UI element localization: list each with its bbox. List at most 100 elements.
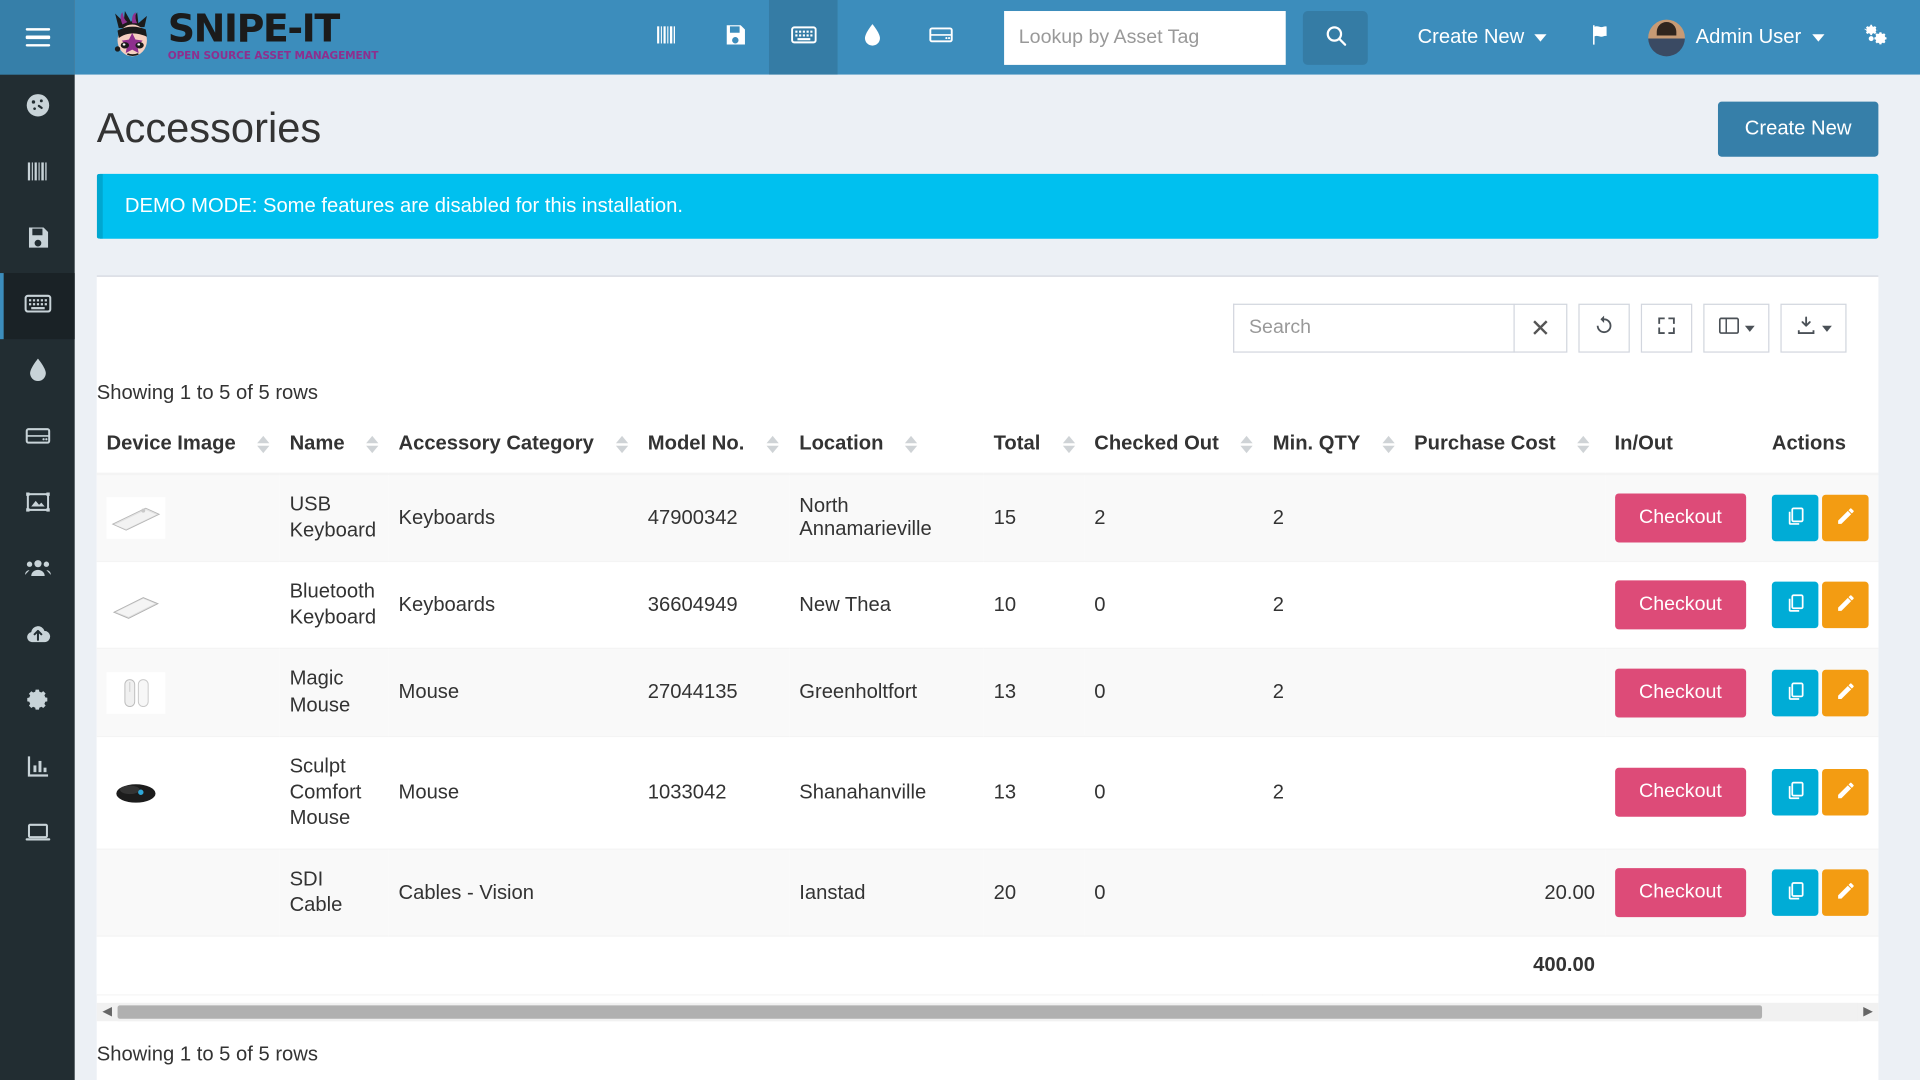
cell-model-no[interactable]: 1033042 (638, 736, 789, 849)
user-account-dropdown[interactable]: Admin User (1631, 19, 1842, 56)
col-location[interactable]: Location (789, 420, 983, 474)
sort-arrows-icon (367, 435, 379, 452)
cell-actions (1762, 474, 1878, 562)
col-total[interactable]: Total (984, 420, 1085, 474)
horizontal-scrollbar[interactable]: ◀ ▶ (97, 1003, 1879, 1021)
edit-button[interactable] (1822, 495, 1869, 542)
col-model-no[interactable]: Model No. (638, 420, 789, 474)
create-new-button[interactable]: Create New (1718, 102, 1879, 157)
table-header-row: Device Image Name (97, 420, 1879, 474)
sidebar-item-licenses[interactable] (0, 207, 75, 273)
cell-category[interactable]: Mouse (389, 736, 638, 849)
asset-tag-search-button[interactable] (1303, 10, 1368, 64)
scroll-left-arrow[interactable]: ◀ (97, 1003, 118, 1021)
cell-location[interactable]: Greenholtfort (789, 649, 983, 736)
clone-button[interactable] (1772, 870, 1819, 917)
checkout-button[interactable]: Checkout (1615, 581, 1747, 630)
cell-model-no[interactable]: 47900342 (638, 474, 789, 562)
edit-button[interactable] (1822, 669, 1869, 716)
scrollbar-thumb[interactable] (118, 1006, 1762, 1019)
edit-button[interactable] (1822, 870, 1869, 917)
sidebar-item-consumables[interactable] (0, 339, 75, 405)
sidebar-item-requestable[interactable] (0, 802, 75, 868)
cell-name[interactable]: Sculpt Comfort Mouse (280, 736, 389, 849)
app-logo[interactable]: SNIPE-IT OPEN SOURCE ASSET MANAGEMENT (75, 0, 393, 75)
table-search-input[interactable] (1233, 304, 1515, 353)
sidebar-item-reports[interactable] (0, 736, 75, 802)
cell-location[interactable]: North Annamarieville (789, 474, 983, 562)
col-label: In/Out (1615, 432, 1673, 454)
keyboard-icon (28, 290, 51, 323)
cell-category[interactable]: Keyboards (389, 562, 638, 649)
sidebar-item-settings[interactable] (0, 670, 75, 736)
checkout-button[interactable]: Checkout (1615, 768, 1747, 817)
pencil-icon (1835, 881, 1856, 905)
cell-category[interactable]: Mouse (389, 649, 638, 736)
sidebar-item-components[interactable] (0, 405, 75, 471)
edit-button[interactable] (1822, 769, 1869, 816)
header-nav-consumables[interactable] (838, 0, 907, 75)
scrollbar-track[interactable] (118, 1003, 1858, 1021)
checkout-button[interactable]: Checkout (1615, 868, 1747, 917)
sidebar-item-assets[interactable] (0, 141, 75, 207)
table-row: Sculpt Comfort Mouse Mouse 1033042 Shana… (97, 736, 1879, 849)
cell-category[interactable]: Cables - Vision (389, 849, 638, 936)
sidebar-toggle-button[interactable] (0, 0, 75, 75)
cell-model-no[interactable]: 27044135 (638, 649, 789, 736)
user-name-label: Admin User (1696, 26, 1802, 49)
checkout-button[interactable]: Checkout (1615, 494, 1747, 543)
col-purchase-cost[interactable]: Purchase Cost (1404, 420, 1604, 474)
cell-model-no[interactable] (638, 849, 789, 936)
sidebar-item-accessories[interactable] (0, 273, 75, 339)
admin-settings-button[interactable] (1842, 21, 1903, 54)
col-accessory-category[interactable]: Accessory Category (389, 420, 638, 474)
cell-total: 13 (984, 649, 1085, 736)
column-chooser-button[interactable] (1703, 304, 1769, 353)
header-nav (632, 0, 975, 75)
mouse-photo (107, 672, 166, 714)
scroll-right-arrow[interactable]: ▶ (1858, 1003, 1879, 1021)
edit-button[interactable] (1822, 582, 1869, 629)
cell-actions (1762, 736, 1878, 849)
header-nav-accessories[interactable] (769, 0, 838, 75)
clone-button[interactable] (1772, 495, 1819, 542)
search-icon (1323, 23, 1347, 51)
export-button[interactable] (1780, 304, 1846, 353)
header-nav-assets[interactable] (632, 0, 701, 75)
sort-arrows-icon (616, 435, 628, 452)
cell-checked-out: 2 (1084, 474, 1263, 562)
cell-name[interactable]: SDI Cable (280, 849, 389, 936)
cell-location[interactable]: New Thea (789, 562, 983, 649)
create-new-dropdown[interactable]: Create New (1396, 26, 1569, 49)
header-nav-licenses[interactable] (700, 0, 769, 75)
cell-name[interactable]: USB Keyboard (280, 474, 389, 562)
col-min-qty[interactable]: Min. QTY (1263, 420, 1404, 474)
cell-location[interactable]: Shanahanville (789, 736, 983, 849)
col-checked-out[interactable]: Checked Out (1084, 420, 1263, 474)
cell-name[interactable]: Bluetooth Keyboard (280, 562, 389, 649)
refresh-button[interactable] (1578, 304, 1629, 353)
cell-min-qty: 2 (1263, 649, 1404, 736)
col-name[interactable]: Name (280, 420, 389, 474)
cell-name[interactable]: Magic Mouse (280, 649, 389, 736)
sidebar-item-dashboard[interactable] (0, 75, 75, 141)
header-nav-components[interactable] (906, 0, 975, 75)
asset-tag-lookup-input[interactable] (1004, 10, 1286, 64)
sidebar-item-predefined-kits[interactable] (0, 471, 75, 537)
clear-search-button[interactable]: ✕ (1513, 304, 1567, 353)
cell-location[interactable]: Ianstad (789, 849, 983, 936)
cell-category[interactable]: Keyboards (389, 474, 638, 562)
clone-button[interactable] (1772, 669, 1819, 716)
clone-button[interactable] (1772, 769, 1819, 816)
chart-icon (24, 752, 51, 785)
fullscreen-button[interactable] (1641, 304, 1692, 353)
col-device-image[interactable]: Device Image (97, 420, 280, 474)
clone-button[interactable] (1772, 582, 1819, 629)
cell-model-no[interactable]: 36604949 (638, 562, 789, 649)
cell-min-qty: 2 (1263, 562, 1404, 649)
sidebar-item-import[interactable] (0, 604, 75, 670)
language-flag-button[interactable] (1568, 23, 1630, 52)
sidebar-item-people[interactable] (0, 538, 75, 604)
checkout-button[interactable]: Checkout (1615, 668, 1747, 717)
snipe-mascot-icon (107, 8, 166, 67)
